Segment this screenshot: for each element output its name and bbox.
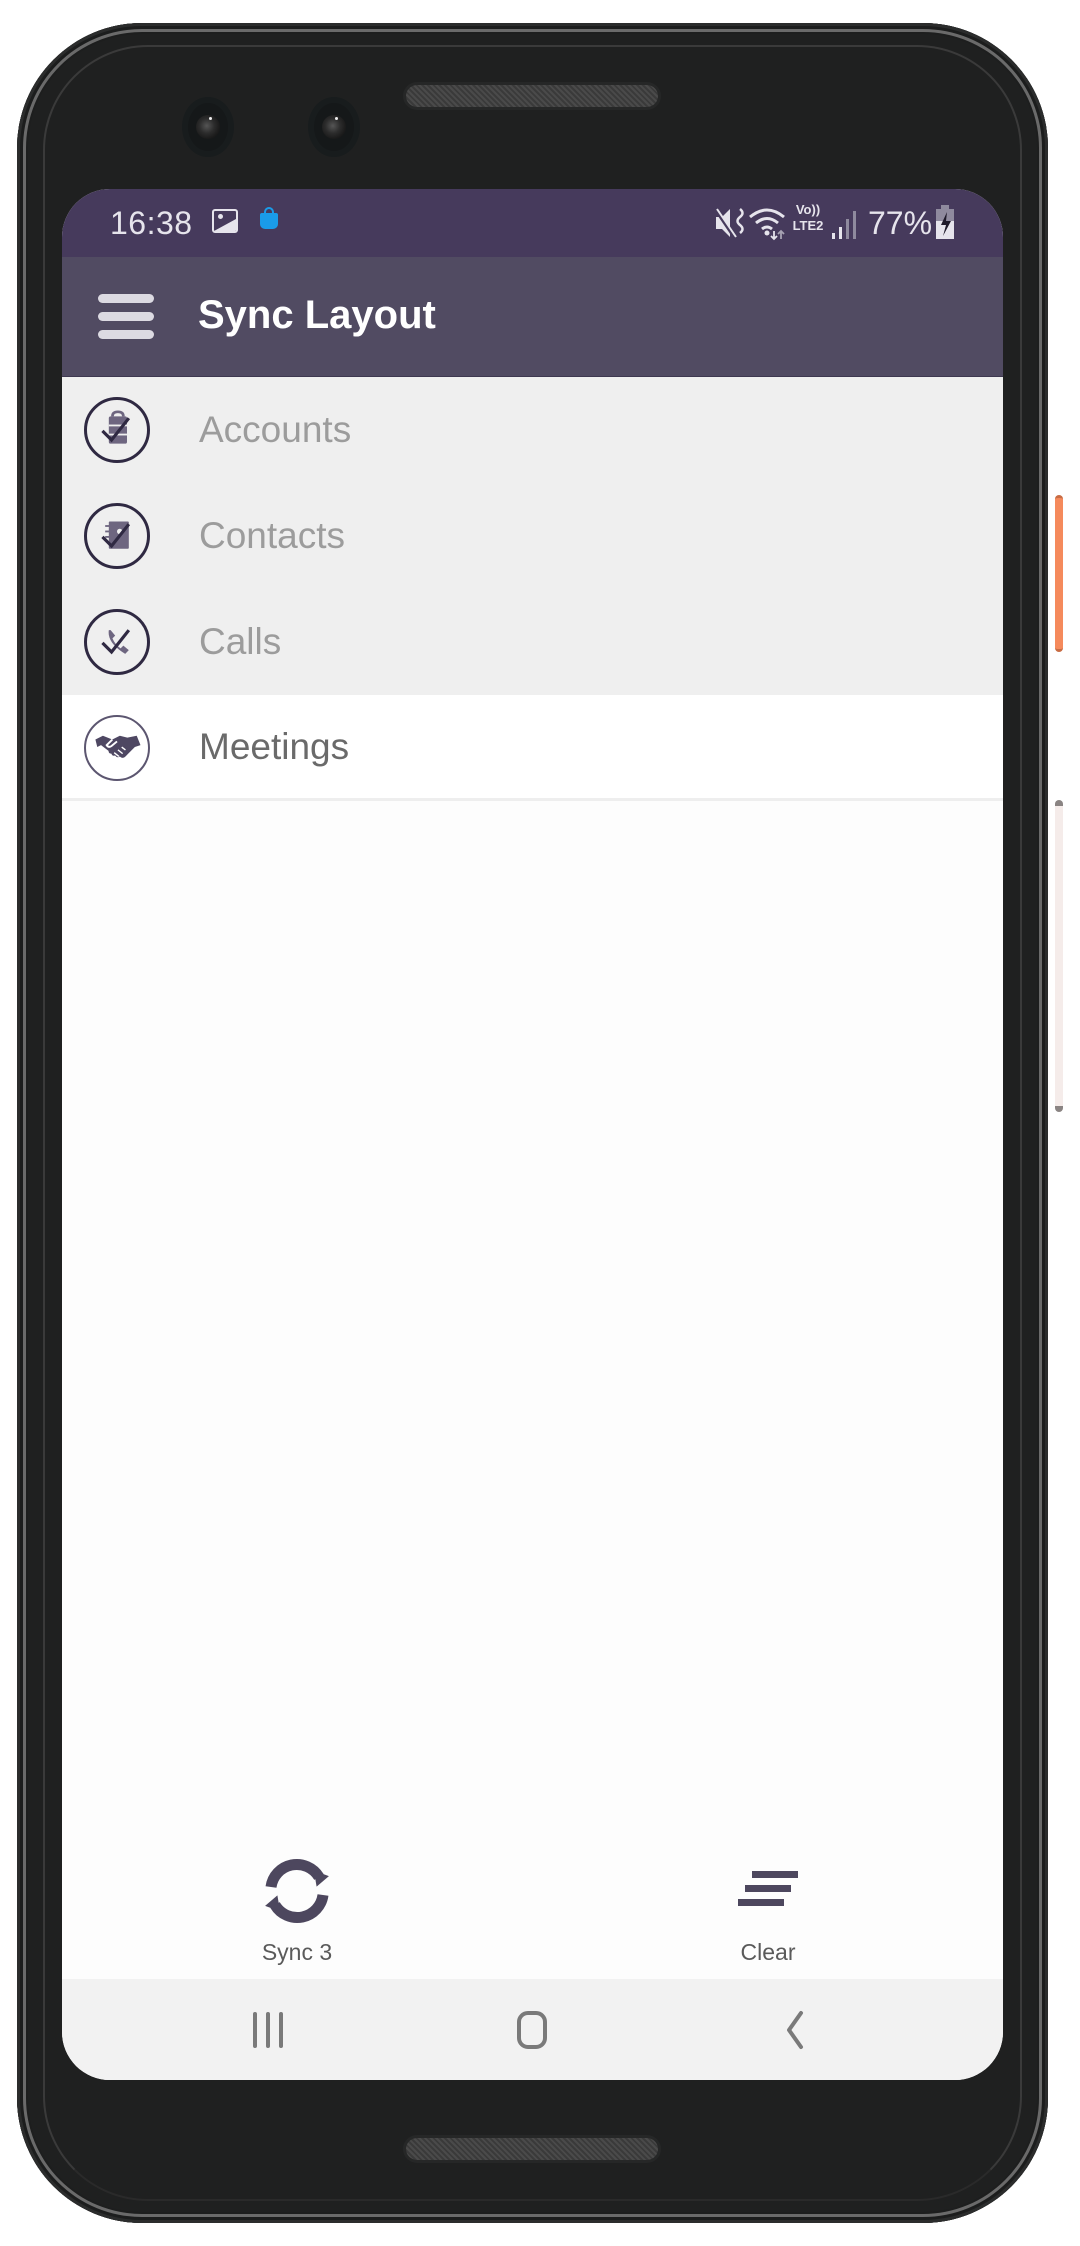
sync-label: Sync 3: [261, 1939, 333, 1965]
hamburger-menu-icon[interactable]: [98, 294, 154, 340]
status-bar: 16:38 Vo)) LTE2 77%: [62, 189, 1003, 257]
list-item-accounts[interactable]: Accounts: [62, 377, 1003, 483]
sync-icon: [265, 1859, 329, 1923]
battery-percent: 77%: [868, 205, 933, 241]
front-camera-icon: [188, 103, 228, 151]
list-item-meetings[interactable]: Meetings: [62, 695, 1003, 801]
list-item-label: Contacts: [199, 515, 346, 556]
back-icon: [787, 2011, 803, 2049]
handshake-icon: [84, 715, 150, 781]
system-nav-bar: [62, 1979, 1003, 2080]
recents-button[interactable]: [238, 1999, 298, 2059]
list-item-contacts[interactable]: Contacts: [62, 483, 1003, 589]
front-camera-icon: [314, 103, 354, 151]
earpiece-speaker: [406, 85, 658, 107]
status-time: 16:38: [110, 205, 193, 241]
app-bar: Sync Layout: [62, 257, 1003, 378]
volte-label: Vo)): [795, 202, 821, 217]
screen: 16:38 Vo)) LTE2 77% Sync Layout Accounts…: [62, 189, 1003, 2080]
accounts-check-icon: [84, 397, 150, 463]
bottom-action-bar: Sync 3 Clear: [62, 1829, 1003, 1979]
power-button: [1055, 495, 1063, 652]
home-button[interactable]: [502, 1999, 562, 2059]
volume-button: [1055, 800, 1063, 1112]
calls-check-icon: [84, 609, 150, 675]
contacts-check-icon: [84, 503, 150, 569]
list-item-calls[interactable]: Calls: [62, 589, 1003, 695]
vibrate-icon: [713, 208, 744, 238]
lte2-label: LTE2: [792, 218, 824, 233]
wifi-icon: [749, 208, 785, 241]
home-icon: [517, 2011, 547, 2049]
volte-lte2-icon: Vo)) LTE2: [788, 202, 828, 242]
signal-icon: [832, 211, 856, 239]
shopping-bag-icon: [260, 207, 278, 229]
list-item-label: Calls: [199, 621, 282, 662]
battery-charging-icon: [936, 205, 954, 239]
clear-label: Clear: [740, 1939, 796, 1965]
page-title: Sync Layout: [198, 293, 436, 337]
back-button[interactable]: [765, 1999, 825, 2059]
clear-all-icon: [738, 1871, 798, 1906]
bottom-speaker: [406, 2138, 658, 2160]
recents-icon: [253, 2012, 283, 2048]
sync-button[interactable]: Sync 3: [217, 1847, 377, 1977]
gallery-icon: [212, 209, 238, 233]
list-item-label: Accounts: [199, 409, 352, 450]
clear-button[interactable]: Clear: [688, 1847, 848, 1977]
list-item-label: Meetings: [199, 725, 350, 767]
sync-item-list: Accounts Contacts Calls Meetings: [62, 377, 1003, 801]
